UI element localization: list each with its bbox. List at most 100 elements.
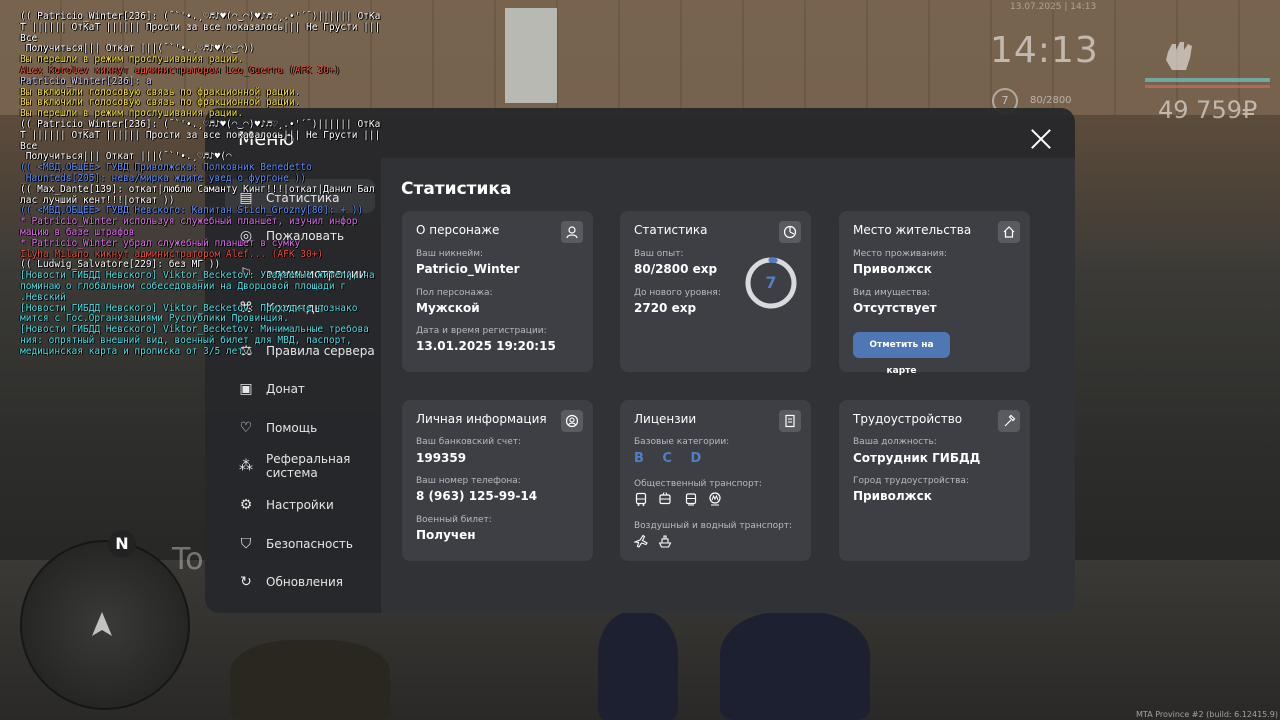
chat-line: (( <МВД.ОБЩЕЕ> ГУВД Приволжска: Полковни… <box>20 162 312 184</box>
job-value: Сотрудник ГИБДД <box>853 451 981 465</box>
sidebar-item-label: Безопасность <box>266 537 353 551</box>
hud-armor-bar <box>1145 78 1270 82</box>
profile-circle-icon <box>561 410 583 432</box>
air-water-label: Воздушный и водный транспорт: <box>634 521 793 531</box>
card-character: О персонаже Ваш никнейм: Patricio_Winter… <box>402 211 593 372</box>
reg-value: 13.01.2025 19:20:15 <box>416 339 556 353</box>
trolleybus-icon <box>659 492 671 505</box>
hud-health-bar <box>1145 85 1270 88</box>
chat-line: * Patricio_Winter убрал служебный планше… <box>20 237 301 249</box>
sex-label: Пол персонажа: <box>416 288 493 298</box>
user-icon <box>561 221 583 243</box>
card-title: Лицензии <box>634 412 697 426</box>
chat-line: * Patricio_Winter используя служебный пл… <box>20 216 358 238</box>
hud-clock: 14:13 <box>990 30 1099 71</box>
sidebar-item-settings[interactable]: ⚙ Настройки <box>238 497 334 513</box>
network-icon: ⁂ <box>239 458 253 474</box>
sidebar-item-label: Реферальная система <box>266 452 351 480</box>
ship-icon <box>658 535 672 548</box>
license-icon <box>779 410 801 432</box>
build-info: MTA Province #2 (build: 6.12415.9) <box>1136 710 1278 719</box>
nick-label: Ваш никнейм: <box>416 249 484 259</box>
card-title: Место жительства <box>853 223 972 237</box>
military-value: Получен <box>416 528 476 542</box>
sidebar-item-referral[interactable]: ⁂ Реферальная система <box>238 452 350 480</box>
sex-value: Мужской <box>416 301 480 315</box>
card-residence: Место жительства Место проживания: Приво… <box>839 211 1030 376</box>
place-label: Место проживания: <box>853 249 947 259</box>
military-label: Военный билет: <box>416 515 492 525</box>
shield-icon: ⛉ <box>240 536 252 552</box>
phone-label: Ваш номер телефона: <box>416 476 521 486</box>
public-transport-icons <box>634 492 734 506</box>
hud-exp: 80/2800 <box>1030 95 1072 106</box>
reg-label: Дата и время регистрации: <box>416 326 547 336</box>
air-water-icons <box>634 534 684 548</box>
base-categories-value: B C D <box>634 451 709 466</box>
chat-line: [Новости ГИБДД Невского] Viktor_Becketov… <box>20 302 358 325</box>
job-label: Ваша должность: <box>853 437 937 447</box>
chat-line: [Новости ГИБДД Невского] Viktor_Becketov… <box>20 270 375 303</box>
metro-icon <box>709 492 721 506</box>
hammer-icon <box>998 410 1020 432</box>
mark-on-map-button[interactable]: Отметить на карте <box>853 332 950 376</box>
phone-value: 8 (963) 125-99-14 <box>416 489 538 503</box>
next-level-value: 2720 exp <box>634 301 697 315</box>
card-licenses: Лицензии Базовые категории: B C D Общест… <box>620 400 811 561</box>
close-button[interactable] <box>1028 126 1054 152</box>
base-categories-label: Базовые категории: <box>634 437 730 447</box>
heart-hand-icon: ♡ <box>239 420 253 436</box>
next-level-label: До нового уровня: <box>634 288 721 298</box>
wallet-icon: ▣ <box>239 381 253 397</box>
sidebar-item-updates[interactable]: ↻ Обновления <box>238 574 343 590</box>
city-value: Приволжск <box>853 489 932 503</box>
sidebar-item-help[interactable]: ♡ Помощь <box>238 420 317 436</box>
bus-icon <box>635 492 647 506</box>
bank-label: Ваш банковский счет: <box>416 437 522 447</box>
card-statistics: Статистика Ваш опыт: 80/2800 exp До ново… <box>620 211 811 372</box>
game-background-door <box>505 8 557 103</box>
card-personal: Личная информация Ваш банковский счет: 1… <box>402 400 593 561</box>
card-title: Личная информация <box>416 412 547 426</box>
property-value: Отсутствует <box>853 301 937 315</box>
chat-line: (( Max_Dante[139]: откат|люблю Саманту К… <box>20 183 375 206</box>
card-title: Трудоустройство <box>853 412 963 426</box>
world-text: To <box>172 542 204 577</box>
page-title: Статистика <box>401 179 512 199</box>
place-value: Приволжск <box>853 262 932 276</box>
game-character <box>720 612 870 720</box>
card-title: Статистика <box>634 223 708 237</box>
minimap-north-icon: N <box>108 530 136 558</box>
city-label: Город трудоустройства: <box>853 476 969 486</box>
property-label: Вид имущества: <box>853 288 931 298</box>
refresh-icon: ↻ <box>240 574 252 590</box>
sidebar-item-label: Обновления <box>266 575 344 589</box>
sidebar-item-donate[interactable]: ▣ Донат <box>238 381 305 397</box>
exp-label: Ваш опыт: <box>634 249 684 259</box>
card-employment: Трудоустройство Ваша должность: Сотрудни… <box>839 400 1030 561</box>
level-value: 7 <box>765 273 777 292</box>
nick-value: Patricio_Winter <box>416 262 520 276</box>
chat-line: Patricio_Winter[236]: а <box>20 75 152 87</box>
chat-line: (( Patricio_Winter[236]: (¯`'•.¸♡♬♪♥(◠‿◠… <box>20 11 381 55</box>
home-icon <box>998 221 1020 243</box>
sidebar-item-label: Донат <box>266 382 305 396</box>
tram-icon <box>685 493 697 506</box>
clock-chart-icon <box>779 221 801 243</box>
sidebar-item-label: Помощь <box>266 421 318 435</box>
hud-money: 49 759₽ <box>1158 96 1258 124</box>
sidebar-item-security[interactable]: ⛉ Безопасность <box>238 536 353 552</box>
game-character <box>598 612 678 720</box>
sidebar-item-label: Настройки <box>266 498 334 512</box>
chat-log: (( Patricio_Winter[236]: (¯`'•.¸♡♬♪♥(◠‿◠… <box>20 11 400 358</box>
gear-icon: ⚙ <box>239 497 253 513</box>
hud-date: 13.07.2025 | 14:13 <box>1010 2 1097 12</box>
public-transport-label: Общественный транспорт: <box>634 479 762 489</box>
exp-value: 80/2800 exp <box>634 262 718 276</box>
fist-weapon-icon <box>1166 42 1192 70</box>
bank-value: 199359 <box>416 451 467 465</box>
chat-line: [Новости ГИБДД Невского] Viktor_Becketov… <box>20 324 369 357</box>
plane-icon <box>634 534 648 548</box>
chat-line: (( Patricio_Winter[236]: (¯`'•.¸♡♬♪♥(◠‿◠… <box>20 118 381 163</box>
game-character <box>230 640 390 720</box>
